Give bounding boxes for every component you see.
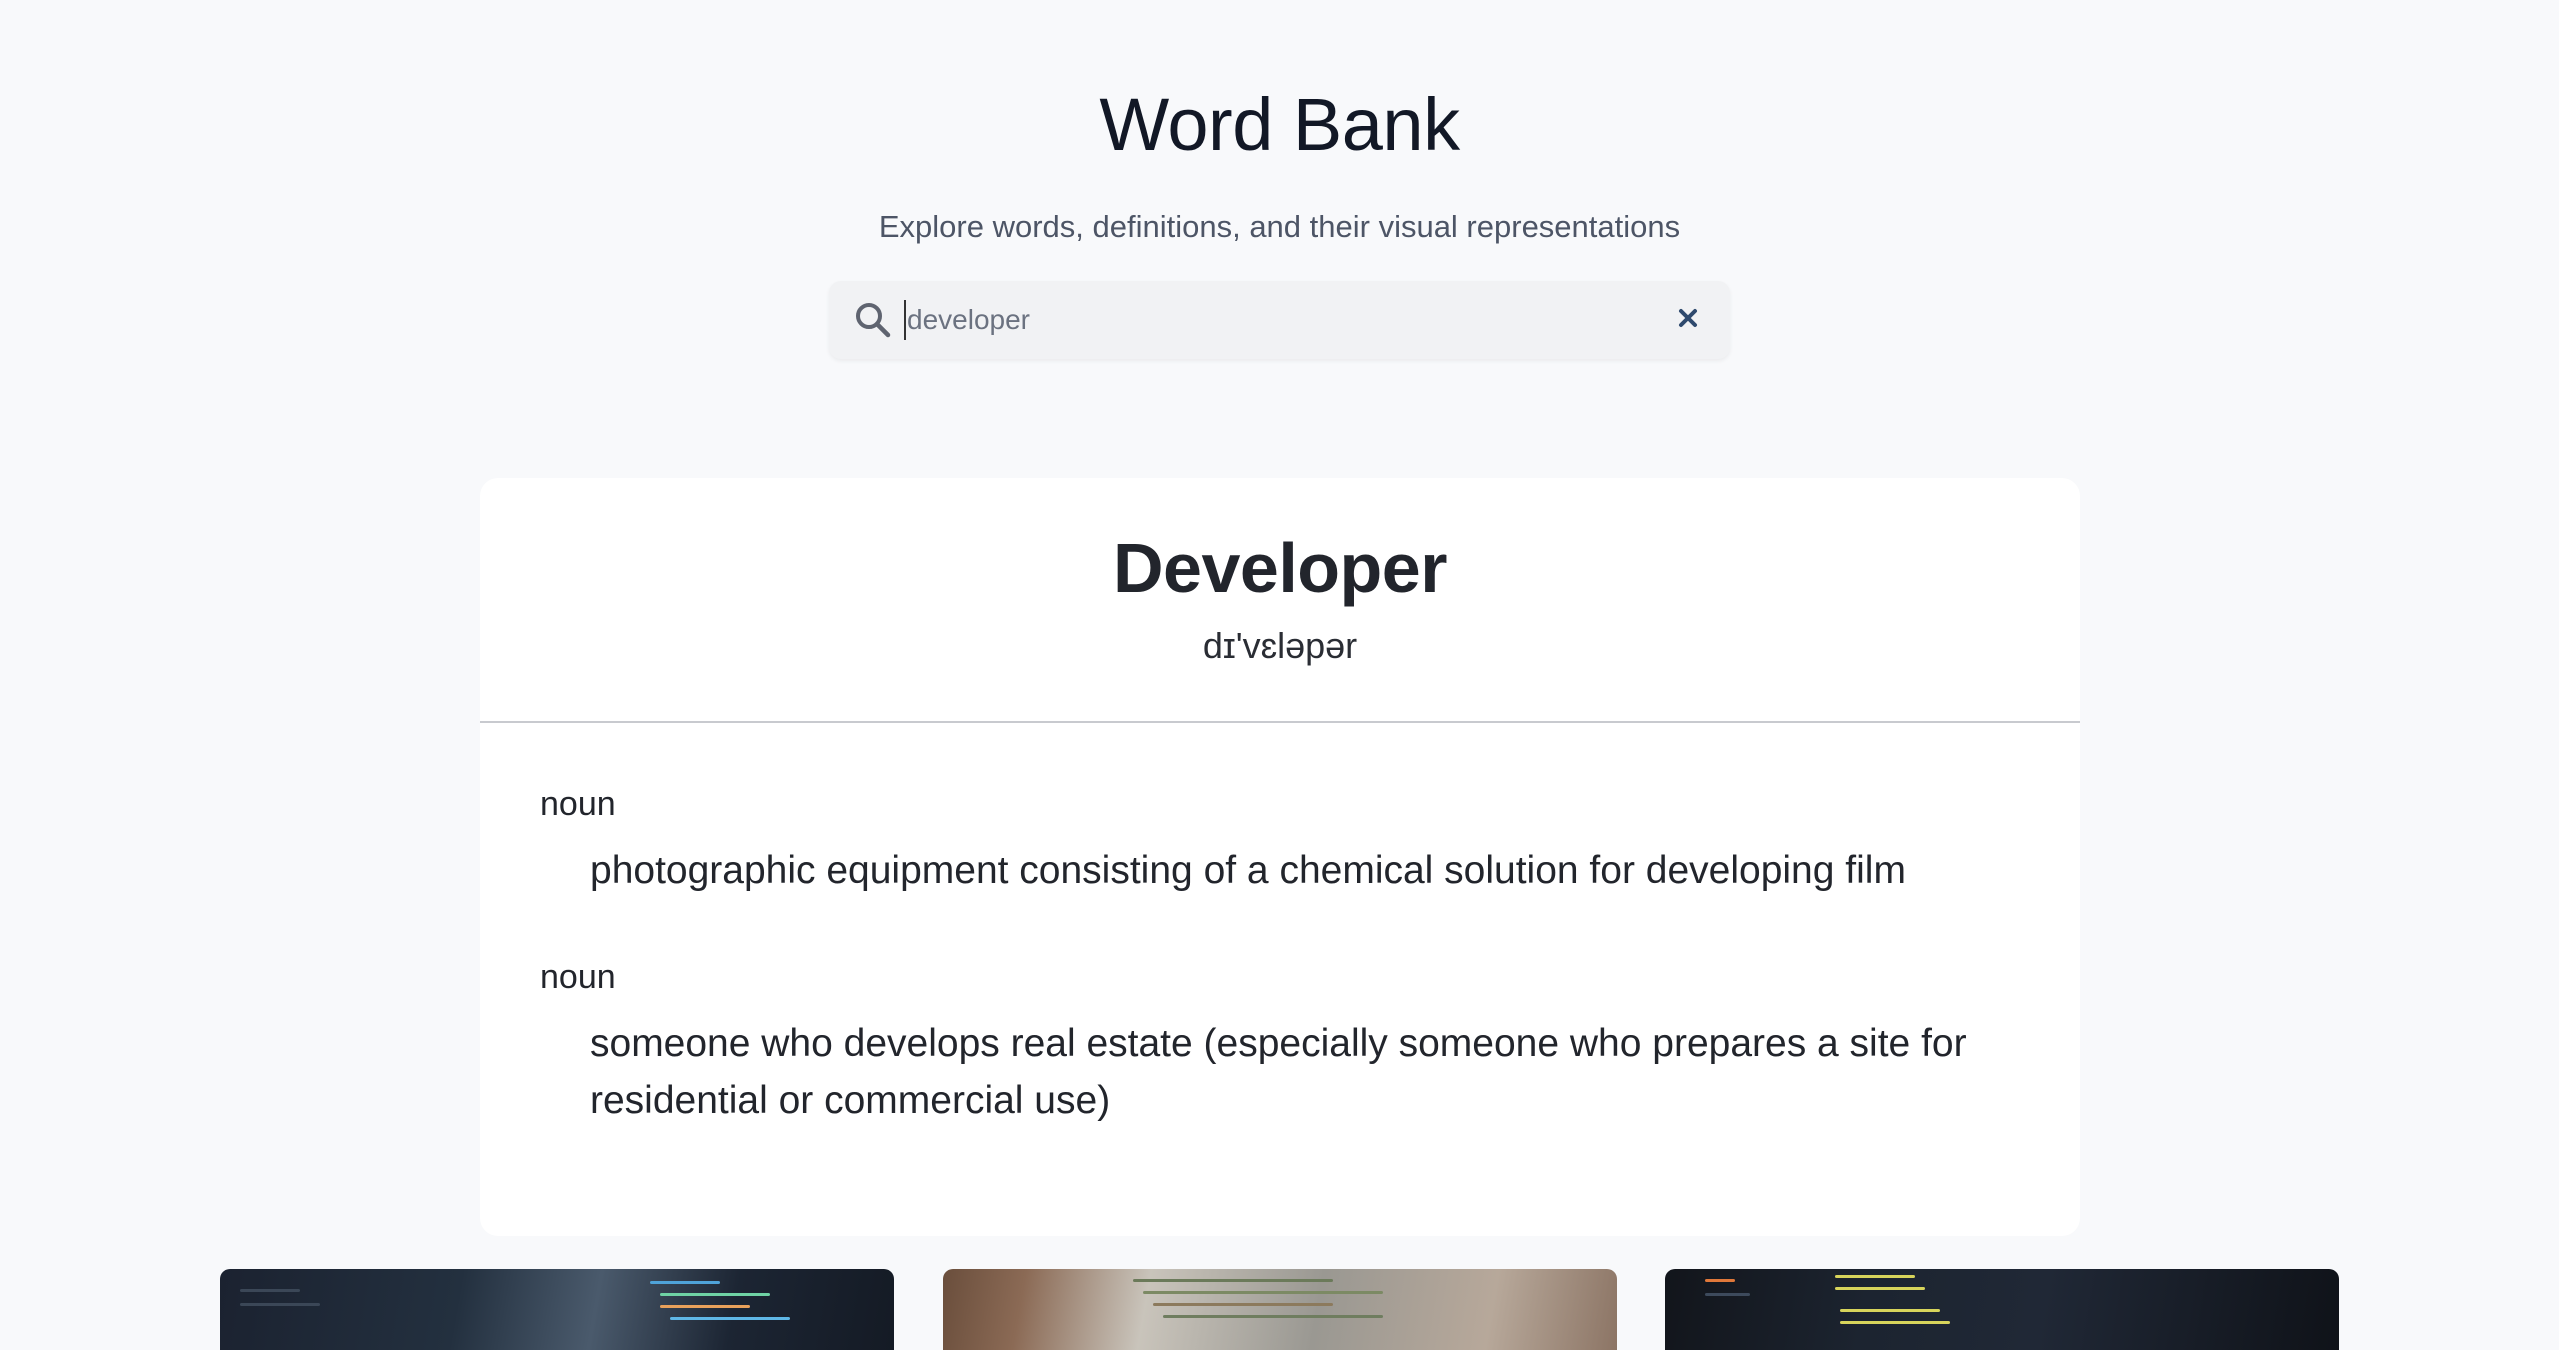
code-line bbox=[1835, 1275, 1915, 1278]
code-line bbox=[1133, 1279, 1333, 1282]
code-line bbox=[1840, 1321, 1950, 1324]
code-line bbox=[1705, 1279, 1735, 1282]
divider bbox=[480, 721, 2080, 723]
code-line bbox=[1153, 1303, 1333, 1306]
code-line bbox=[650, 1281, 720, 1284]
code-line bbox=[660, 1305, 750, 1308]
code-line bbox=[240, 1303, 320, 1306]
close-icon bbox=[1677, 307, 1699, 334]
part-of-speech: noun bbox=[540, 785, 616, 823]
code-line bbox=[240, 1289, 300, 1292]
meaning-item: noun someone who develops real estate (e… bbox=[540, 955, 2020, 1129]
text-caret bbox=[904, 300, 906, 340]
app-subtitle: Explore words, definitions, and their vi… bbox=[878, 209, 1681, 244]
clear-search-button[interactable] bbox=[1666, 298, 1710, 342]
code-line bbox=[1705, 1293, 1750, 1296]
definition: photographic equipment consisting of a c… bbox=[590, 849, 1906, 892]
definition: someone who develops real estate (especi… bbox=[590, 1022, 1967, 1122]
code-line bbox=[1143, 1291, 1383, 1294]
phonetic: dɪ'vɛləpər bbox=[1202, 625, 1358, 666]
code-line bbox=[1163, 1315, 1383, 1318]
code-line bbox=[1840, 1309, 1940, 1312]
image-thumbnail-3[interactable] bbox=[1665, 1269, 2339, 1350]
search-box bbox=[829, 281, 1730, 359]
code-line bbox=[660, 1293, 770, 1296]
search-icon bbox=[853, 300, 893, 340]
page: Word Bank Explore words, definitions, an… bbox=[0, 0, 2559, 1350]
image-thumbnail-2[interactable] bbox=[943, 1269, 1617, 1350]
code-line bbox=[1835, 1287, 1925, 1290]
app-title: Word Bank bbox=[1099, 83, 1460, 166]
meaning-item: noun photographic equipment consisting o… bbox=[540, 782, 2020, 899]
search-input[interactable] bbox=[901, 281, 1667, 359]
code-line bbox=[670, 1317, 790, 1320]
part-of-speech: noun bbox=[540, 958, 616, 996]
word-title: Developer bbox=[1113, 529, 1447, 607]
image-thumbnail-1[interactable] bbox=[220, 1269, 894, 1350]
